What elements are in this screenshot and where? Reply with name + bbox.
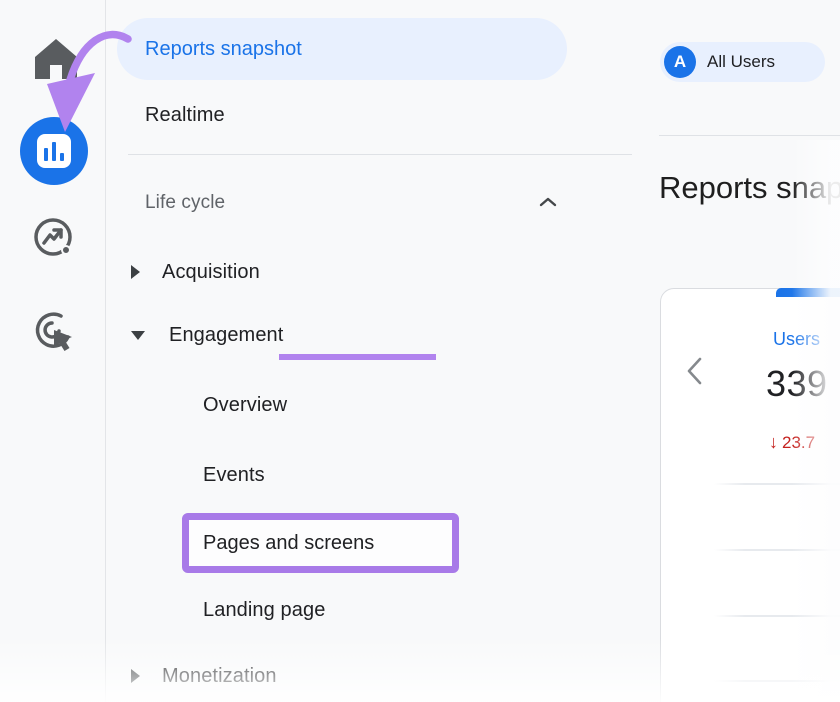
expand-triangle-icon — [131, 669, 140, 683]
metric-change-value: 23.7 — [782, 433, 815, 453]
sidebar-divider — [128, 154, 632, 155]
sidebar-item-label: Acquisition — [162, 261, 260, 284]
sidebar-item-label: Realtime — [145, 104, 225, 127]
sidebar-item-label: Events — [203, 464, 265, 487]
expand-triangle-icon — [131, 265, 140, 279]
sidebar-item-events[interactable]: Events — [203, 460, 265, 490]
audience-chip-label: All Users — [707, 52, 775, 72]
arrow-down-icon: ↓ — [769, 432, 778, 453]
metric-value: 339 — [766, 363, 828, 405]
sidebar-item-engagement[interactable]: Engagement — [131, 320, 283, 350]
header-divider — [659, 135, 840, 136]
sidebar-item-label: Landing page — [203, 599, 325, 622]
audience-avatar: A — [664, 46, 696, 78]
ga4-reports-screen: Reports snapshot Realtime Life cycle Acq… — [0, 0, 840, 702]
metric-tab-users[interactable]: Users — [773, 329, 820, 350]
previous-metric-button[interactable] — [683, 355, 709, 389]
annotation-underline — [279, 354, 436, 360]
page-title: Reports snapshot — [659, 170, 840, 206]
active-tab-indicator — [776, 288, 840, 297]
audience-comparison-chip[interactable]: A All Users — [660, 42, 825, 82]
sidebar-item-label: Overview — [203, 394, 287, 417]
sidebar-item-label: Engagement — [169, 324, 283, 347]
chart-gridline — [714, 680, 840, 682]
explore-icon — [31, 249, 77, 266]
advertising-nav-button[interactable] — [31, 309, 77, 355]
home-nav-button[interactable] — [33, 36, 79, 82]
chevron-up-icon — [539, 192, 557, 214]
reports-sidenav: Reports snapshot Realtime Life cycle Acq… — [107, 0, 652, 702]
snapshot-summary-card: Users 339 ↓ 23.7 — [660, 288, 840, 702]
sidebar-item-label: Monetization — [162, 665, 277, 688]
explore-nav-button[interactable] — [31, 216, 77, 262]
collapse-triangle-icon — [131, 331, 145, 340]
reports-nav-button[interactable] — [20, 117, 88, 185]
sidebar-item-acquisition[interactable]: Acquisition — [131, 257, 260, 287]
sidebar-item-reports-snapshot[interactable]: Reports snapshot — [117, 18, 567, 80]
chart-gridline — [714, 483, 840, 485]
sidebar-item-pages-and-screens[interactable]: Pages and screens — [182, 513, 459, 573]
chevron-left-icon — [683, 374, 705, 391]
sidebar-item-realtime[interactable]: Realtime — [145, 100, 225, 130]
left-rail — [0, 0, 106, 702]
main-content: A All Users Reports snapshot Users 339 ↓… — [652, 0, 840, 702]
section-label: Life cycle — [145, 192, 225, 214]
sidebar-item-landing-page[interactable]: Landing page — [203, 595, 325, 625]
sidebar-item-monetization[interactable]: Monetization — [131, 661, 277, 691]
sidebar-item-label: Reports snapshot — [145, 38, 302, 61]
home-icon — [33, 69, 79, 86]
chart-gridline — [714, 549, 840, 551]
sidebar-item-overview[interactable]: Overview — [203, 390, 287, 420]
reports-bar-chart-icon — [37, 134, 71, 168]
sidebar-section-life-cycle[interactable]: Life cycle — [145, 188, 557, 218]
sidebar-item-label: Pages and screens — [203, 532, 374, 555]
advertising-icon — [31, 342, 77, 359]
metric-change: ↓ 23.7 — [769, 432, 815, 453]
chart-gridline — [714, 615, 840, 617]
